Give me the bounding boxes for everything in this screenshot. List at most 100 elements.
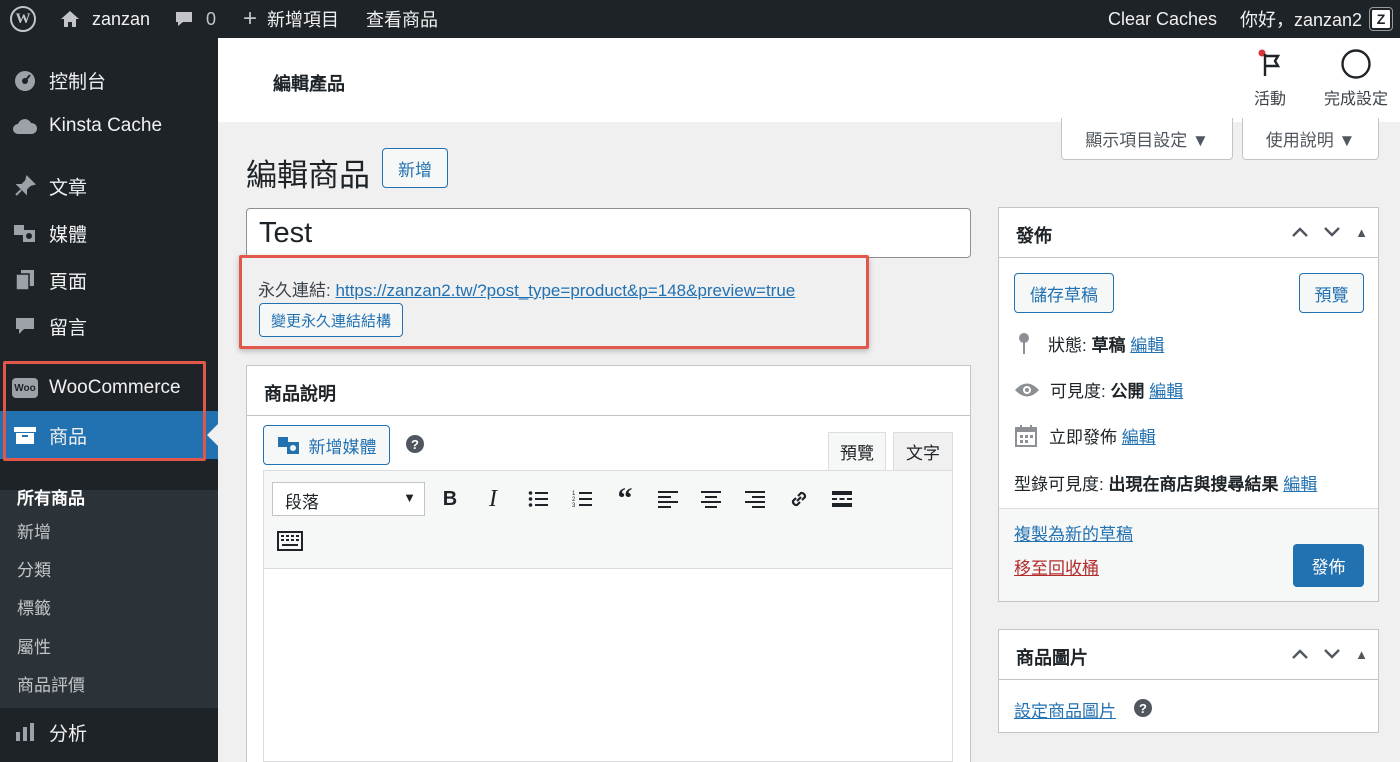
postbox-controls: ▲ <box>1291 644 1368 665</box>
media-icon <box>12 220 38 246</box>
submenu-reviews[interactable]: 商品評價 <box>17 671 85 696</box>
align-center-icon[interactable] <box>697 485 725 513</box>
comment-icon <box>12 313 38 339</box>
postbox-controls: ▲ <box>1291 222 1368 243</box>
calendar-icon <box>1015 424 1037 447</box>
sidebar-item-pages[interactable]: 頁面 <box>0 260 218 300</box>
tab-visual[interactable]: 預覽 <box>828 432 886 471</box>
account-menu[interactable]: 你好，zanzan2 Z <box>1240 0 1394 38</box>
svg-text:3: 3 <box>572 503 576 508</box>
clear-caches-link[interactable]: Clear Caches <box>1108 0 1217 38</box>
cloud-icon <box>12 113 38 139</box>
activity-label: 活動 <box>1253 91 1286 108</box>
postbox-header: 商品說明 <box>247 366 970 416</box>
sidebar-item-label: 頁面 <box>49 271 88 293</box>
chevron-up-icon[interactable] <box>1291 222 1309 243</box>
post-title-input[interactable]: Test <box>246 208 971 258</box>
bold-icon[interactable]: B <box>436 485 464 513</box>
admin-bar: W zanzan 0 + 新增項目 查看商品 Clear Caches 你好，z… <box>0 0 1400 38</box>
edit-catalog-visibility-link[interactable]: 編輯 <box>1283 470 1317 495</box>
page-icon <box>12 267 38 293</box>
catalog-visibility-value: 出現在商店與搜尋結果 <box>1108 475 1279 494</box>
postbox-header: 商品圖片 ▲ <box>999 630 1378 680</box>
comments-link[interactable]: 0 <box>174 0 216 38</box>
chevron-up-icon[interactable] <box>1291 644 1309 665</box>
sidebar-item-label: 媒體 <box>49 224 88 246</box>
dashboard-icon <box>12 67 38 93</box>
view-product-link[interactable]: 查看商品 <box>366 0 438 38</box>
finish-setup-button[interactable]: 完成設定 <box>1318 48 1394 109</box>
sidebar-item-dashboard[interactable]: 控制台 <box>0 60 218 100</box>
toggle-triangle-icon[interactable]: ▲ <box>1355 647 1368 662</box>
align-left-icon[interactable] <box>654 485 682 513</box>
submenu-all-products[interactable]: 所有商品 <box>17 484 85 509</box>
content-editor[interactable]: 段落 ▼ B I 123 “ <box>263 470 953 762</box>
add-media-button[interactable]: 新增媒體 <box>263 425 390 465</box>
chevron-down-icon[interactable] <box>1323 644 1341 665</box>
submenu-categories[interactable]: 分類 <box>17 556 51 581</box>
format-select[interactable]: 段落 ▼ <box>272 482 425 516</box>
postbox-header: 發佈 ▲ <box>999 208 1378 258</box>
blockquote-icon[interactable]: “ <box>611 482 639 515</box>
comment-bubble-icon <box>176 12 192 26</box>
highlight-box-permalink <box>239 255 869 349</box>
screen-options-button[interactable]: 顯示項目設定 ▼ <box>1061 118 1233 160</box>
toolbar-toggle-icon[interactable] <box>276 527 304 555</box>
dropdown-arrow-icon: ▼ <box>403 490 416 505</box>
edit-status-link[interactable]: 編輯 <box>1130 331 1164 356</box>
sidebar-item-analytics[interactable]: 分析 <box>0 712 218 752</box>
save-draft-button[interactable]: 儲存草稿 <box>1014 273 1114 313</box>
add-new-button[interactable]: 新增 <box>382 148 448 188</box>
new-content-link[interactable]: + 新增項目 <box>243 0 339 38</box>
site-home-link[interactable]: zanzan <box>60 0 150 38</box>
help-icon[interactable]: ? <box>1134 699 1152 717</box>
chevron-down-icon[interactable] <box>1323 222 1341 243</box>
publish-button[interactable]: 發佈 <box>1293 544 1364 587</box>
preview-button[interactable]: 預覽 <box>1299 273 1364 313</box>
pin-icon <box>12 173 38 199</box>
products-submenu: 所有商品 新增 分類 標籤 屬性 商品評價 <box>0 489 218 708</box>
numbered-list-icon[interactable]: 123 <box>568 485 596 513</box>
site-name: zanzan <box>92 8 151 29</box>
help-icon[interactable]: ? <box>406 435 424 453</box>
edit-date-link[interactable]: 編輯 <box>1122 423 1156 448</box>
edit-visibility-link[interactable]: 編輯 <box>1149 377 1183 402</box>
tab-text[interactable]: 文字 <box>893 432 953 471</box>
highlight-box-sidebar <box>3 361 206 461</box>
italic-icon[interactable]: I <box>479 485 507 513</box>
greeting: 你好，zanzan2 <box>1240 10 1363 30</box>
publish-title: 發佈 <box>1016 226 1052 246</box>
woocommerce-header: 編輯產品 活動 完成設定 <box>218 38 1400 122</box>
copy-to-draft-link[interactable]: 複製為新的草稿 <box>1014 520 1133 545</box>
sidebar-item-media[interactable]: 媒體 <box>0 213 218 253</box>
finish-setup-label: 完成設定 <box>1323 91 1388 108</box>
sidebar-item-kinsta-cache[interactable]: Kinsta Cache <box>0 106 218 146</box>
submenu-add-new[interactable]: 新增 <box>17 518 51 543</box>
status-value: 草稿 <box>1091 336 1126 355</box>
flag-icon <box>1258 49 1281 76</box>
submenu-attributes[interactable]: 屬性 <box>17 633 51 658</box>
sidebar-item-label: Kinsta Cache <box>49 115 163 136</box>
catalog-visibility-label: 型錄可見度: <box>1014 475 1104 494</box>
bullet-list-icon[interactable] <box>524 485 552 513</box>
sidebar-item-label: 文章 <box>49 177 88 199</box>
toggle-triangle-icon[interactable]: ▲ <box>1355 225 1368 240</box>
activity-button[interactable]: 活動 <box>1250 48 1290 109</box>
sidebar-item-posts[interactable]: 文章 <box>0 166 218 206</box>
submenu-tags[interactable]: 標籤 <box>17 594 51 619</box>
add-media-label: 新增媒體 <box>308 437 377 457</box>
publish-date-row: 立即發佈 編輯 <box>1014 423 1156 448</box>
sidebar-item-label: 控制台 <box>49 71 107 93</box>
sidebar-item-comments[interactable]: 留言 <box>0 306 218 346</box>
wordpress-logo-icon[interactable]: W <box>10 0 36 38</box>
set-product-image-link[interactable]: 設定商品圖片 <box>1014 697 1116 722</box>
current-menu-arrow <box>207 424 218 446</box>
comments-count: 0 <box>206 8 217 29</box>
move-to-trash-link[interactable]: 移至回收桶 <box>1014 554 1099 579</box>
help-button[interactable]: 使用說明 ▼ <box>1242 118 1379 160</box>
link-icon[interactable] <box>785 485 813 513</box>
visibility-value: 公開 <box>1110 382 1145 401</box>
align-right-icon[interactable] <box>741 485 769 513</box>
sidebar-item-label: 分析 <box>49 723 88 745</box>
read-more-icon[interactable] <box>828 485 856 513</box>
